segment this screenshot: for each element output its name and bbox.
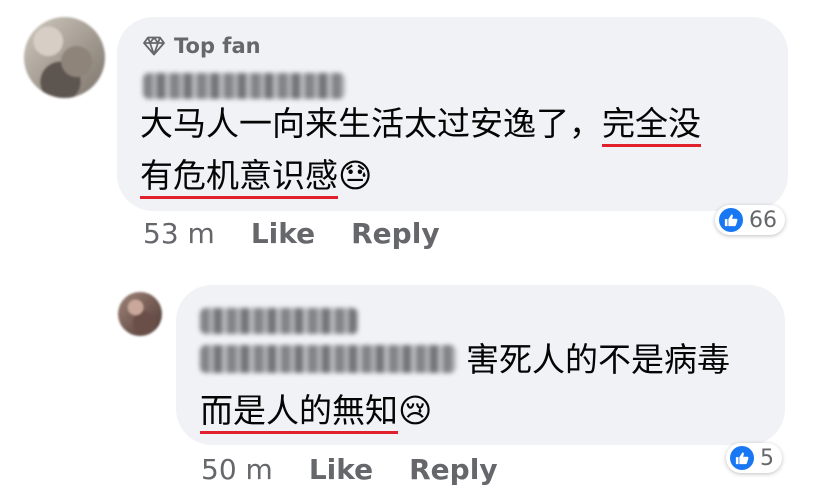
top-fan-badge: Top fan [143,34,261,58]
like-button[interactable]: Like [251,217,315,250]
commenter-avatar[interactable] [24,17,105,98]
reply-meta: 50 m Like Reply [201,453,498,486]
replier-avatar[interactable] [118,292,162,336]
mentioned-name-tag[interactable] [200,345,456,373]
diamond-icon [143,36,165,56]
comment-text-line-2: 有危机意识感😓 [140,156,372,196]
reply-reaction-count[interactable]: 5 [726,443,782,473]
comment-text-underlined-2: 有危机意识感 [140,156,338,195]
like-reaction-icon [730,446,754,470]
reply-text-line-2: 而是人的無知😢 [200,391,432,431]
like-button[interactable]: Like [309,453,373,486]
reply-text-plain: 害死人的不是病毒 [466,340,730,379]
comment-text-plain: 大马人一向来生活太过安逸了， [140,104,602,143]
comment-text-line-1: 大马人一向来生活太过安逸了，完全没 [140,104,701,144]
commenter-name[interactable] [143,73,345,99]
comment-reaction-count[interactable]: 66 [715,205,785,235]
reply-text-underlined: 而是人的無知 [200,391,398,430]
comment-meta: 53 m Like Reply [143,217,440,250]
crying-face-emoji: 😢 [398,391,433,430]
replier-name[interactable] [200,308,358,334]
reaction-count-value: 66 [749,207,777,233]
reply-text-line-1: 害死人的不是病毒 [466,340,730,380]
comment-text-underlined-1: 完全没 [602,104,701,143]
top-fan-label: Top fan [174,34,261,58]
reply-button[interactable]: Reply [351,217,439,250]
downcast-sweat-emoji: 😓 [338,156,373,195]
like-reaction-icon [719,208,743,232]
reaction-count-value: 5 [760,445,774,471]
reply-button[interactable]: Reply [409,453,497,486]
comment-timestamp[interactable]: 53 m [143,217,215,250]
reply-timestamp[interactable]: 50 m [201,453,273,486]
